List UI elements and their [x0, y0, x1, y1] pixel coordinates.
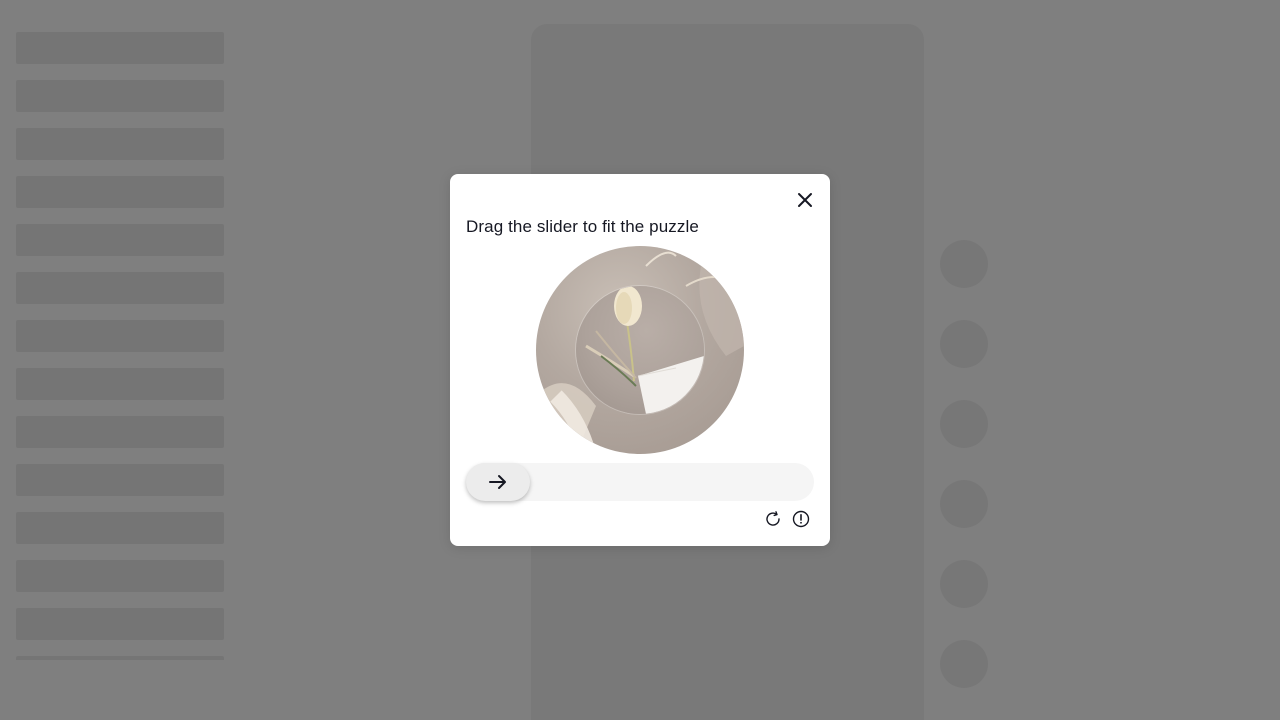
- close-icon: [798, 193, 812, 207]
- slider-handle[interactable]: [466, 463, 530, 501]
- puzzle-image-outer: [536, 246, 744, 454]
- report-button[interactable]: [792, 510, 810, 528]
- alert-circle-icon: [792, 510, 810, 528]
- captcha-title: Drag the slider to fit the puzzle: [466, 217, 699, 236]
- refresh-icon: [766, 511, 780, 526]
- puzzle-piece-art: [585, 286, 704, 414]
- refresh-button[interactable]: [764, 510, 782, 528]
- captcha-footer-actions: [764, 510, 810, 528]
- arrow-right-icon: [489, 475, 506, 489]
- captcha-modal: Drag the slider to fit the puzzle: [450, 174, 830, 546]
- close-button[interactable]: [794, 189, 816, 211]
- slider-track[interactable]: [466, 463, 814, 501]
- puzzle-piece: [576, 286, 704, 414]
